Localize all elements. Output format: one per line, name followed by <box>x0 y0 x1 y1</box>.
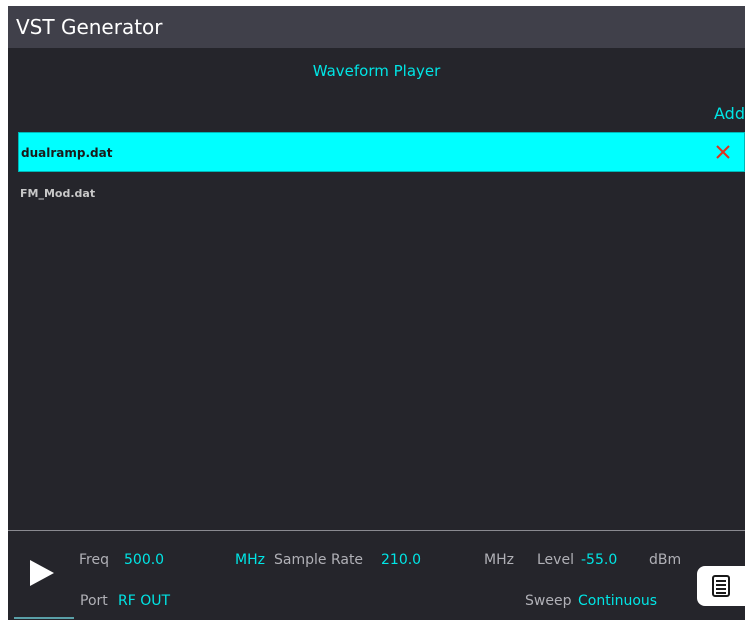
level-unit: dBm <box>649 552 682 568</box>
play-button[interactable] <box>28 558 56 588</box>
sweep-value[interactable]: Continuous <box>578 593 657 609</box>
title-bar: VST Generator <box>8 6 745 48</box>
file-name: dualramp.dat <box>21 146 113 160</box>
close-icon <box>716 145 730 159</box>
freq-value[interactable]: 500.0 <box>124 552 164 568</box>
play-icon <box>30 560 54 586</box>
add-button[interactable]: Add <box>714 104 745 123</box>
freq-unit: MHz <box>235 552 265 568</box>
sample-rate-label: Sample Rate <box>274 552 364 568</box>
level-value[interactable]: -55.0 <box>581 552 617 568</box>
play-underline <box>14 617 74 619</box>
file-item-dualramp[interactable]: dualramp.dat <box>18 132 745 172</box>
menu-button[interactable] <box>697 566 745 606</box>
sample-rate-value[interactable]: 210.0 <box>381 552 421 568</box>
file-name: FM_Mod.dat <box>20 187 96 200</box>
page-heading: Waveform Player <box>312 62 441 80</box>
app-title: VST Generator <box>16 15 163 39</box>
port-label: Port <box>80 593 108 609</box>
level-label: Level <box>537 552 574 568</box>
sweep-label: Sweep <box>525 593 572 609</box>
app-window: VST Generator Waveform Player Add dualra… <box>8 6 745 620</box>
port-value[interactable]: RF OUT <box>118 593 170 609</box>
sample-rate-unit: MHz <box>484 552 514 568</box>
status-divider <box>8 530 745 531</box>
file-item-fm-mod[interactable]: FM_Mod.dat <box>18 172 745 212</box>
freq-label: Freq <box>79 552 109 568</box>
waveform-file-list: dualramp.dat FM_Mod.dat <box>18 132 745 212</box>
delete-file-button[interactable] <box>712 133 734 171</box>
menu-icon <box>712 575 730 597</box>
